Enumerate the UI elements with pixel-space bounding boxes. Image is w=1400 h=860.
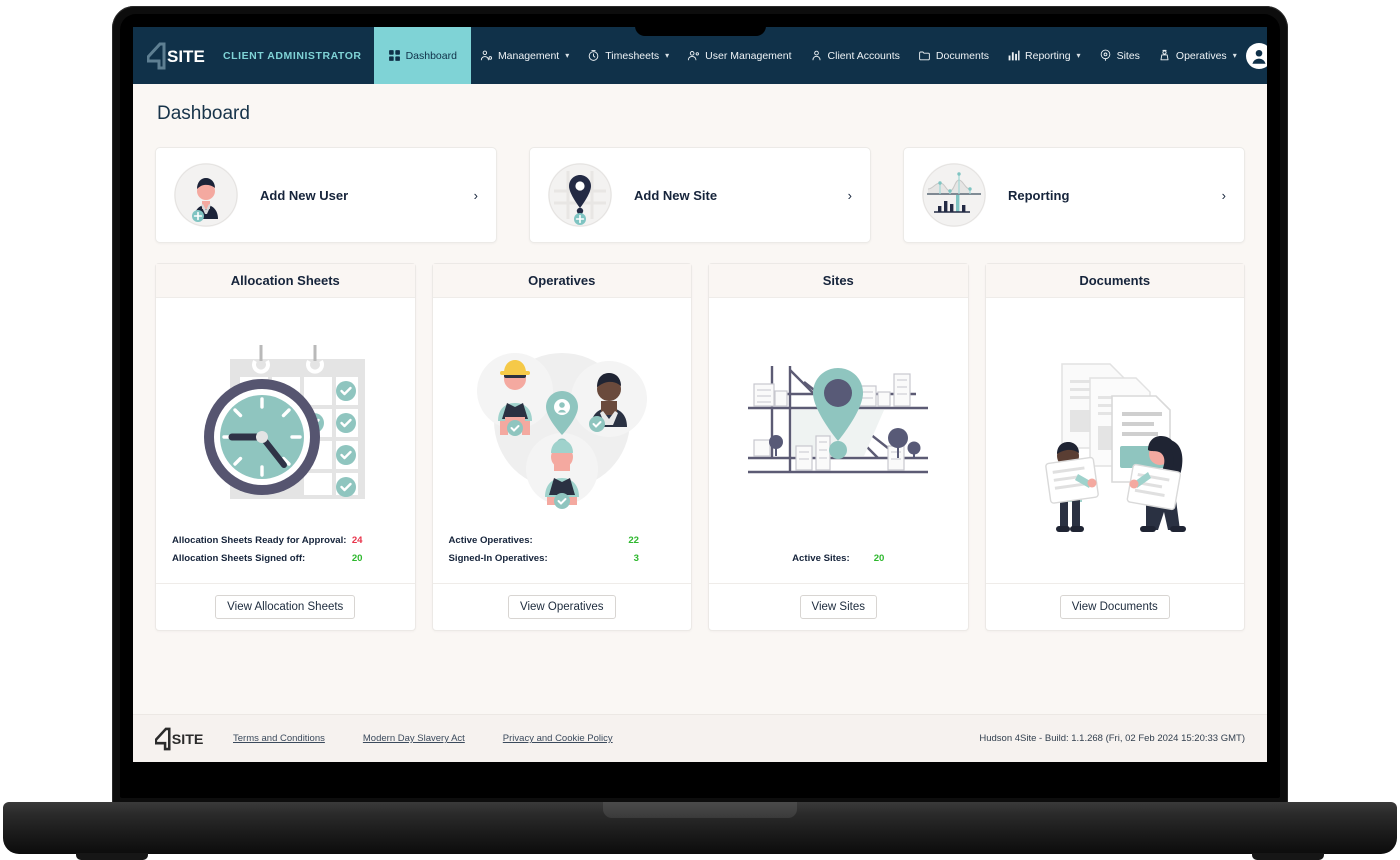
nav-item-label: Documents xyxy=(935,49,990,62)
nav-item-label: Dashboard xyxy=(405,49,457,62)
stat-value: 22 xyxy=(628,535,639,546)
page-footer: SITE Terms and Conditions Modern Day Slav… xyxy=(133,714,1267,762)
card-stats: Active Operatives: 22 Signed-In Operativ… xyxy=(445,535,680,583)
footer-link-modern-day-slavery-act[interactable]: Modern Day Slavery Act xyxy=(363,733,465,744)
foursite-logo-icon: SITE xyxy=(147,41,209,71)
nav-item-label: Sites xyxy=(1116,49,1140,62)
quick-action-reporting[interactable]: Reporting › xyxy=(903,147,1245,243)
map-illustration xyxy=(721,308,956,553)
view-documents-button[interactable]: View Documents xyxy=(1059,595,1170,619)
stat-cards-row: Allocation Sheets Allocation Sheets Read… xyxy=(155,263,1245,631)
card-title: Allocation Sheets xyxy=(156,264,415,298)
quick-action-add-new-user[interactable]: Add New User › xyxy=(155,147,497,243)
stat-value: 20 xyxy=(351,553,363,564)
laptop-mockup: SITE CLIENT ADMINISTRATOR Dashboard Manag… xyxy=(0,0,1400,860)
stat-card-documents: Documents View Documents xyxy=(984,263,1245,631)
nav-item-documents[interactable]: Documents xyxy=(909,27,998,84)
documents-illustration xyxy=(998,308,1233,571)
add-site-illustration xyxy=(548,163,612,227)
nav-item-operatives[interactable]: Operatives ▾ xyxy=(1149,27,1246,84)
card-stats xyxy=(998,571,1233,583)
stat-value: 24 xyxy=(351,535,363,546)
card-title: Sites xyxy=(709,264,968,298)
stat-label: Allocation Sheets Ready for Approval: xyxy=(172,535,347,546)
card-title: Documents xyxy=(985,264,1244,298)
stat-row: Active Operatives: 22 xyxy=(449,535,676,546)
footer-link-privacy-and-cookie-policy[interactable]: Privacy and Cookie Policy xyxy=(503,733,613,744)
page-title: Dashboard xyxy=(157,103,250,124)
nav-item-label: Reporting xyxy=(1025,49,1071,62)
stat-card-allocation-sheets: Allocation Sheets Allocation Sheets Read… xyxy=(155,263,416,631)
quick-action-label: Add New Site xyxy=(634,187,718,203)
chevron-down-icon[interactable]: ▾ xyxy=(565,51,569,60)
stat-label: Active Sites: xyxy=(792,553,850,564)
chevron-down-icon[interactable]: ▾ xyxy=(665,51,669,60)
quick-action-label: Add New User xyxy=(260,187,349,203)
browser-screen: SITE CLIENT ADMINISTRATOR Dashboard Manag… xyxy=(133,27,1267,762)
stat-card-sites: Sites Active Sites: 20 View Sites xyxy=(708,263,969,631)
chevron-down-icon[interactable]: ▾ xyxy=(1077,51,1081,60)
chevron-right-icon: › xyxy=(847,187,852,203)
svg-text:SITE: SITE xyxy=(172,732,204,748)
footer-links: Terms and Conditions Modern Day Slavery A… xyxy=(233,733,613,744)
svg-text:SITE: SITE xyxy=(167,47,205,66)
nav-item-dashboard[interactable]: Dashboard xyxy=(373,27,471,84)
stat-value: 3 xyxy=(633,553,639,564)
laptop-notch xyxy=(635,14,766,36)
quick-action-add-new-site[interactable]: Add New Site › xyxy=(529,147,871,243)
person-icon xyxy=(810,49,823,62)
add-user-illustration xyxy=(174,163,238,227)
footer-link-terms-and-conditions[interactable]: Terms and Conditions xyxy=(233,733,325,744)
worker-icon xyxy=(1158,49,1171,62)
card-stats: Allocation Sheets Ready for Approval: 24… xyxy=(168,535,403,583)
stat-label: Allocation Sheets Signed off: xyxy=(172,553,306,564)
grid-icon xyxy=(388,49,401,62)
map-pin-icon xyxy=(1099,49,1112,62)
quick-actions-row: Add New User › Add New Site › Reporting … xyxy=(155,147,1245,243)
nav-user-area[interactable]: Admin ▾ xyxy=(1245,42,1267,69)
clock-icon xyxy=(587,49,600,62)
stat-row: Signed-In Operatives: 3 xyxy=(449,553,676,564)
stat-row: Active Sites: 20 xyxy=(725,553,952,564)
bar-chart-icon xyxy=(1007,49,1020,62)
users-icon xyxy=(687,49,700,62)
view-operatives-button[interactable]: View Operatives xyxy=(507,595,616,619)
folder-icon xyxy=(918,49,931,62)
reporting-illustration xyxy=(922,163,986,227)
nav-item-client-accounts[interactable]: Client Accounts xyxy=(801,27,909,84)
user-circle-icon xyxy=(1245,42,1267,69)
build-version-label: Hudson 4Site - Build: 1.1.268 (Fri, 02 F… xyxy=(979,733,1245,744)
stat-label: Active Operatives: xyxy=(448,535,533,546)
nav-item-label: User Management xyxy=(705,49,792,62)
stat-card-operatives: Operatives Active Operatives: 22 Signed-… xyxy=(431,263,692,631)
nav-item-sites[interactable]: Sites xyxy=(1090,27,1149,84)
brand[interactable]: SITE CLIENT ADMINISTRATOR xyxy=(147,41,374,71)
stat-label: Signed-In Operatives: xyxy=(448,553,548,564)
chevron-right-icon: › xyxy=(473,187,478,203)
nav-item-label: Timesheets xyxy=(605,49,660,62)
footer-foursite-logo-icon: SITE xyxy=(154,727,207,751)
chevron-down-icon[interactable]: ▾ xyxy=(1233,51,1237,60)
card-stats: Active Sites: 20 xyxy=(721,553,956,583)
laptop-base-lip xyxy=(603,802,797,818)
nav-links: Dashboard Management ▾ Timesheets ▾ User Mana… xyxy=(373,27,1246,84)
nav-item-label: Client Accounts xyxy=(827,49,900,62)
card-title: Operatives xyxy=(432,264,691,298)
nav-item-reporting[interactable]: Reporting ▾ xyxy=(998,27,1090,84)
stat-row: Allocation Sheets Signed off: 20 xyxy=(172,553,399,564)
operatives-illustration xyxy=(445,308,680,535)
stat-row: Allocation Sheets Ready for Approval: 24 xyxy=(172,535,399,546)
nav-item-label: Management xyxy=(497,49,560,62)
people-gear-icon xyxy=(480,49,493,62)
page-body: Dashboard Add New User › Add New Site › … xyxy=(133,84,1267,631)
stat-value: 20 xyxy=(873,553,885,564)
view-sites-button[interactable]: View Sites xyxy=(799,595,877,619)
view-allocation-sheets-button[interactable]: View Allocation Sheets xyxy=(215,595,356,619)
nav-item-label: Operatives xyxy=(1175,49,1227,62)
nav-item-management[interactable]: Management ▾ xyxy=(471,27,578,84)
clock-calendar-illustration xyxy=(168,308,403,535)
brand-role-label: CLIENT ADMINISTRATOR xyxy=(223,49,362,62)
quick-action-label: Reporting xyxy=(1008,187,1070,203)
chevron-right-icon: › xyxy=(1221,187,1226,203)
